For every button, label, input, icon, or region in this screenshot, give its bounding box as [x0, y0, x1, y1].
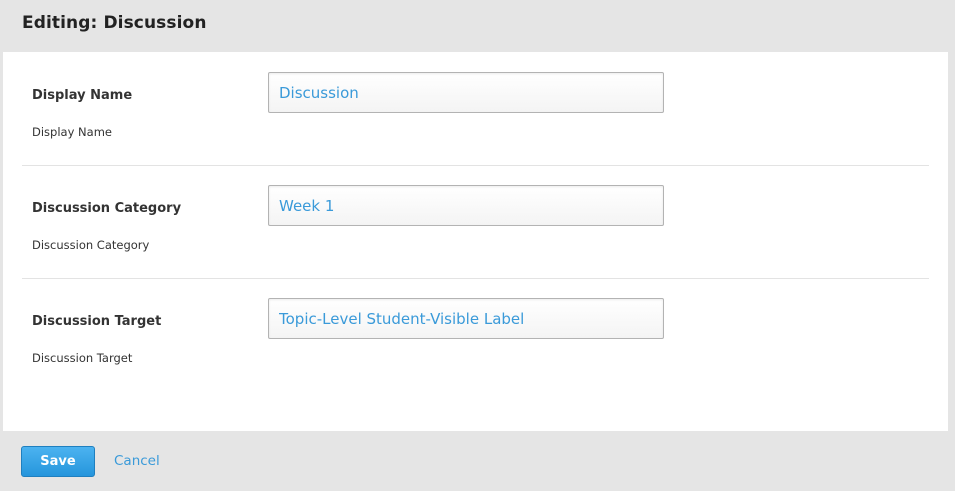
save-button[interactable]: Save — [21, 446, 95, 477]
discussion-target-help-text: Discussion Target — [32, 351, 133, 365]
discussion-category-label: Discussion Category — [32, 201, 182, 216]
display-name-help-text: Display Name — [32, 125, 112, 139]
cancel-link[interactable]: Cancel — [114, 453, 160, 469]
modal-footer: Save Cancel — [0, 431, 955, 491]
discussion-target-label: Discussion Target — [32, 314, 162, 329]
field-row-discussion-category: Discussion Category Discussion Category — [22, 165, 929, 279]
discussion-target-input[interactable] — [268, 298, 664, 339]
modal-header: Editing: Discussion — [0, 0, 955, 52]
display-name-input[interactable] — [268, 72, 664, 113]
discussion-category-help-text: Discussion Category — [32, 238, 150, 252]
display-name-label: Display Name — [32, 88, 133, 103]
page-title: Editing: Discussion — [22, 13, 207, 33]
field-row-display-name: Display Name Display Name — [22, 52, 929, 166]
field-row-discussion-target: Discussion Target Discussion Target — [22, 278, 929, 391]
discussion-category-input[interactable] — [268, 185, 664, 226]
form-body: Display Name Display Name Discussion Cat… — [3, 52, 948, 431]
